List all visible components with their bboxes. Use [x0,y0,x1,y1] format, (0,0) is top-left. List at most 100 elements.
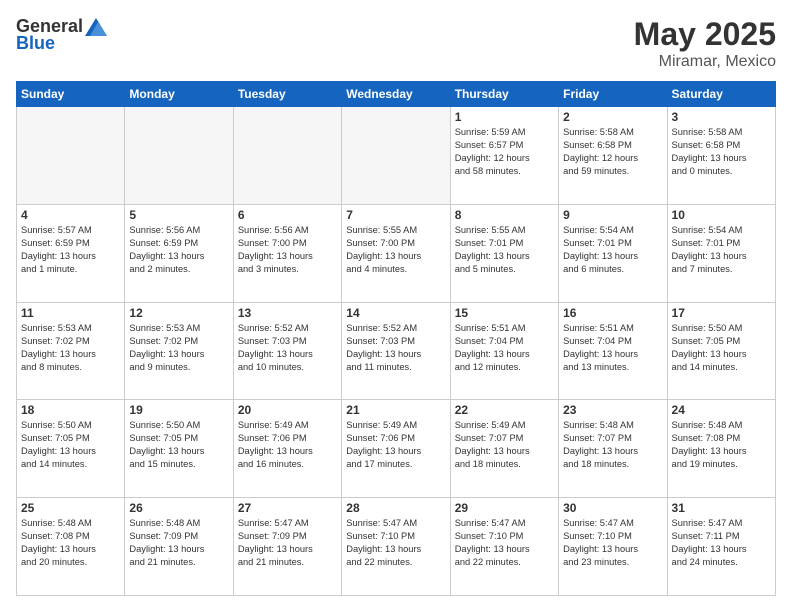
calendar-cell: 15 Sunrise: 5:51 AMSunset: 7:04 PMDayligh… [450,302,558,400]
cell-info: Sunrise: 5:53 AMSunset: 7:02 PMDaylight:… [21,322,120,374]
logo-icon [85,18,107,36]
header: General Blue May 2025 Miramar, Mexico [16,16,776,71]
day-number: 5 [129,208,228,222]
cell-info: Sunrise: 5:59 AMSunset: 6:57 PMDaylight:… [455,126,554,178]
calendar-cell [17,107,125,205]
day-number: 1 [455,110,554,124]
calendar-cell: 22 Sunrise: 5:49 AMSunset: 7:07 PMDayligh… [450,400,558,498]
calendar-cell: 6 Sunrise: 5:56 AMSunset: 7:00 PMDaylight… [233,204,341,302]
cell-info: Sunrise: 5:58 AMSunset: 6:58 PMDaylight:… [563,126,662,178]
calendar-cell: 13 Sunrise: 5:52 AMSunset: 7:03 PMDayligh… [233,302,341,400]
calendar-cell [233,107,341,205]
calendar-cell: 18Sunrise: 5:50 AMSunset: 7:05 PMDayligh… [17,400,125,498]
title-block: May 2025 Miramar, Mexico [634,16,776,71]
calendar-cell: 2 Sunrise: 5:58 AMSunset: 6:58 PMDaylight… [559,107,667,205]
day-number: 15 [455,306,554,320]
day-number: 23 [563,403,662,417]
calendar-cell: 21 Sunrise: 5:49 AMSunset: 7:06 PMDayligh… [342,400,450,498]
day-number: 27 [238,501,337,515]
calendar-cell: 26 Sunrise: 5:48 AMSunset: 7:09 PMDayligh… [125,498,233,596]
day-number: 10 [672,208,771,222]
cell-info: Sunrise: 5:47 AMSunset: 7:10 PMDaylight:… [346,517,445,569]
cell-info: Sunrise: 5:56 AMSunset: 7:00 PMDaylight:… [238,224,337,276]
calendar-cell: 30Sunrise: 5:47 AMSunset: 7:10 PMDayligh… [559,498,667,596]
calendar-cell: 24Sunrise: 5:48 AMSunset: 7:08 PMDayligh… [667,400,775,498]
week-row-3: 11 Sunrise: 5:53 AMSunset: 7:02 PMDayligh… [17,302,776,400]
cell-info: Sunrise: 5:58 AMSunset: 6:58 PMDaylight:… [672,126,771,178]
day-number: 13 [238,306,337,320]
calendar-cell: 23 Sunrise: 5:48 AMSunset: 7:07 PMDayligh… [559,400,667,498]
cell-info: Sunrise: 5:47 AMSunset: 7:10 PMDaylight:… [455,517,554,569]
weekday-header-friday: Friday [559,82,667,107]
calendar-cell: 31 Sunrise: 5:47 AMSunset: 7:11 PMDayligh… [667,498,775,596]
day-number: 2 [563,110,662,124]
logo: General Blue [16,16,107,54]
calendar-cell: 1 Sunrise: 5:59 AMSunset: 6:57 PMDaylight… [450,107,558,205]
day-number: 19 [129,403,228,417]
weekday-header-tuesday: Tuesday [233,82,341,107]
weekday-header-row: SundayMondayTuesdayWednesdayThursdayFrid… [17,82,776,107]
calendar-cell: 27 Sunrise: 5:47 AMSunset: 7:09 PMDayligh… [233,498,341,596]
cell-info: Sunrise: 5:51 AMSunset: 7:04 PMDaylight:… [563,322,662,374]
calendar-cell: 5 Sunrise: 5:56 AMSunset: 6:59 PMDaylight… [125,204,233,302]
week-row-2: 4Sunrise: 5:57 AMSunset: 6:59 PMDaylight… [17,204,776,302]
day-number: 16 [563,306,662,320]
day-number: 7 [346,208,445,222]
calendar-cell: 3Sunrise: 5:58 AMSunset: 6:58 PMDaylight… [667,107,775,205]
day-number: 6 [238,208,337,222]
calendar-cell: 19 Sunrise: 5:50 AMSunset: 7:05 PMDayligh… [125,400,233,498]
cell-info: Sunrise: 5:51 AMSunset: 7:04 PMDaylight:… [455,322,554,374]
calendar-cell: 16 Sunrise: 5:51 AMSunset: 7:04 PMDayligh… [559,302,667,400]
day-number: 22 [455,403,554,417]
cell-info: Sunrise: 5:54 AMSunset: 7:01 PMDaylight:… [672,224,771,276]
day-number: 29 [455,501,554,515]
weekday-header-sunday: Sunday [17,82,125,107]
calendar-cell: 7 Sunrise: 5:55 AMSunset: 7:00 PMDaylight… [342,204,450,302]
cell-info: Sunrise: 5:50 AMSunset: 7:05 PMDaylight:… [21,419,120,471]
cell-info: Sunrise: 5:50 AMSunset: 7:05 PMDaylight:… [129,419,228,471]
cell-info: Sunrise: 5:47 AMSunset: 7:09 PMDaylight:… [238,517,337,569]
day-number: 26 [129,501,228,515]
calendar-cell: 12Sunrise: 5:53 AMSunset: 7:02 PMDayligh… [125,302,233,400]
calendar-cell: 9Sunrise: 5:54 AMSunset: 7:01 PMDaylight… [559,204,667,302]
day-number: 31 [672,501,771,515]
cell-info: Sunrise: 5:49 AMSunset: 7:06 PMDaylight:… [346,419,445,471]
cell-info: Sunrise: 5:52 AMSunset: 7:03 PMDaylight:… [238,322,337,374]
calendar-cell [342,107,450,205]
calendar-cell: 28Sunrise: 5:47 AMSunset: 7:10 PMDayligh… [342,498,450,596]
weekday-header-monday: Monday [125,82,233,107]
calendar-cell: 20Sunrise: 5:49 AMSunset: 7:06 PMDayligh… [233,400,341,498]
cell-info: Sunrise: 5:56 AMSunset: 6:59 PMDaylight:… [129,224,228,276]
day-number: 21 [346,403,445,417]
calendar-cell: 10 Sunrise: 5:54 AMSunset: 7:01 PMDayligh… [667,204,775,302]
cell-info: Sunrise: 5:48 AMSunset: 7:09 PMDaylight:… [129,517,228,569]
calendar-cell: 8 Sunrise: 5:55 AMSunset: 7:01 PMDaylight… [450,204,558,302]
cell-info: Sunrise: 5:55 AMSunset: 7:00 PMDaylight:… [346,224,445,276]
day-number: 20 [238,403,337,417]
cell-info: Sunrise: 5:55 AMSunset: 7:01 PMDaylight:… [455,224,554,276]
page: General Blue May 2025 Miramar, Mexico Su… [0,0,792,612]
cell-info: Sunrise: 5:50 AMSunset: 7:05 PMDaylight:… [672,322,771,374]
day-number: 8 [455,208,554,222]
cell-info: Sunrise: 5:47 AMSunset: 7:11 PMDaylight:… [672,517,771,569]
week-row-4: 18Sunrise: 5:50 AMSunset: 7:05 PMDayligh… [17,400,776,498]
calendar-cell: 25Sunrise: 5:48 AMSunset: 7:08 PMDayligh… [17,498,125,596]
day-number: 11 [21,306,120,320]
weekday-header-saturday: Saturday [667,82,775,107]
cell-info: Sunrise: 5:47 AMSunset: 7:10 PMDaylight:… [563,517,662,569]
cell-info: Sunrise: 5:48 AMSunset: 7:07 PMDaylight:… [563,419,662,471]
weekday-header-thursday: Thursday [450,82,558,107]
calendar-cell: 11 Sunrise: 5:53 AMSunset: 7:02 PMDayligh… [17,302,125,400]
cell-info: Sunrise: 5:53 AMSunset: 7:02 PMDaylight:… [129,322,228,374]
logo-blue: Blue [16,33,55,54]
cell-info: Sunrise: 5:49 AMSunset: 7:07 PMDaylight:… [455,419,554,471]
week-row-1: 1 Sunrise: 5:59 AMSunset: 6:57 PMDaylight… [17,107,776,205]
calendar-cell: 17 Sunrise: 5:50 AMSunset: 7:05 PMDayligh… [667,302,775,400]
calendar-cell: 14Sunrise: 5:52 AMSunset: 7:03 PMDayligh… [342,302,450,400]
calendar-table: SundayMondayTuesdayWednesdayThursdayFrid… [16,81,776,596]
cell-info: Sunrise: 5:52 AMSunset: 7:03 PMDaylight:… [346,322,445,374]
calendar-cell: 4Sunrise: 5:57 AMSunset: 6:59 PMDaylight… [17,204,125,302]
cell-info: Sunrise: 5:54 AMSunset: 7:01 PMDaylight:… [563,224,662,276]
day-number: 17 [672,306,771,320]
day-number: 4 [21,208,120,222]
